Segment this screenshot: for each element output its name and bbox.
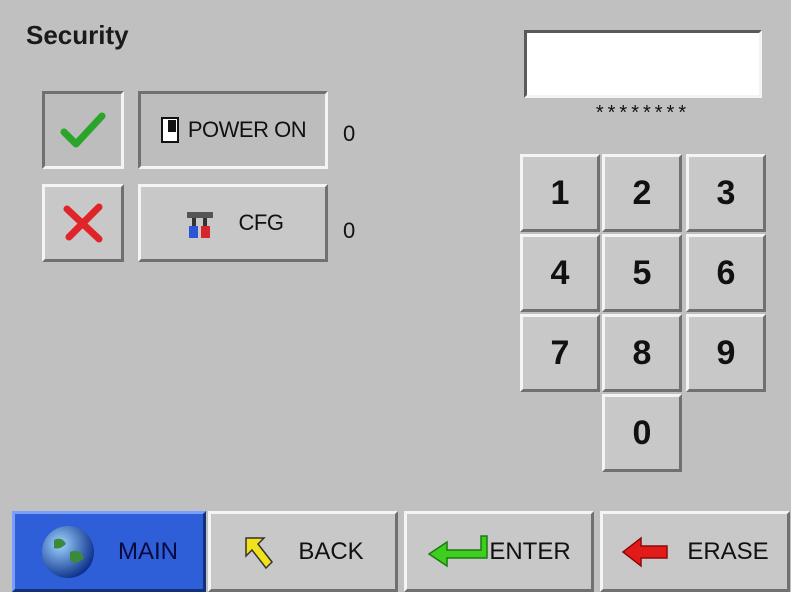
power-on-count: 0 bbox=[343, 121, 356, 146]
key-3[interactable]: 3 bbox=[686, 154, 766, 232]
power-switch-icon bbox=[160, 117, 179, 143]
main-button[interactable]: MAIN bbox=[12, 511, 206, 592]
back-label: BACK bbox=[298, 537, 364, 565]
password-field[interactable] bbox=[524, 30, 762, 98]
cfg-label: CFG bbox=[238, 210, 284, 235]
accept-button[interactable] bbox=[42, 91, 124, 169]
power-on-label: POWER ON bbox=[187, 117, 307, 142]
erase-label: ERASE bbox=[687, 537, 769, 565]
key-8[interactable]: 8 bbox=[602, 314, 682, 392]
key-2[interactable]: 2 bbox=[602, 154, 682, 232]
key-7[interactable]: 7 bbox=[520, 314, 600, 392]
x-mark-icon bbox=[63, 203, 103, 243]
page-title: Security bbox=[26, 20, 129, 50]
key-6[interactable]: 6 bbox=[686, 234, 766, 312]
cfg-button[interactable]: CFG bbox=[138, 184, 328, 262]
enter-label: ENTER bbox=[489, 537, 571, 565]
key-9[interactable]: 9 bbox=[686, 314, 766, 392]
password-mask: ******** bbox=[595, 102, 691, 124]
back-button[interactable]: BACK bbox=[208, 511, 398, 592]
erase-button[interactable]: ERASE bbox=[600, 511, 790, 592]
enter-button[interactable]: ENTER bbox=[404, 511, 594, 592]
tools-icon bbox=[186, 212, 213, 238]
reject-button[interactable] bbox=[42, 184, 124, 262]
bottom-nav: MAIN BACK ENTER ERASE bbox=[0, 511, 791, 592]
key-0[interactable]: 0 bbox=[602, 394, 682, 472]
main-label: MAIN bbox=[118, 537, 178, 565]
key-5[interactable]: 5 bbox=[602, 234, 682, 312]
cfg-count: 0 bbox=[343, 218, 356, 243]
key-4[interactable]: 4 bbox=[520, 234, 600, 312]
key-1[interactable]: 1 bbox=[520, 154, 600, 232]
enter-arrow-icon bbox=[427, 534, 489, 567]
erase-arrow-icon bbox=[622, 535, 669, 568]
power-on-button[interactable]: POWER ON bbox=[138, 91, 328, 169]
checkmark-icon bbox=[60, 112, 106, 148]
globe-icon bbox=[42, 525, 94, 578]
back-arrow-icon bbox=[245, 536, 274, 569]
